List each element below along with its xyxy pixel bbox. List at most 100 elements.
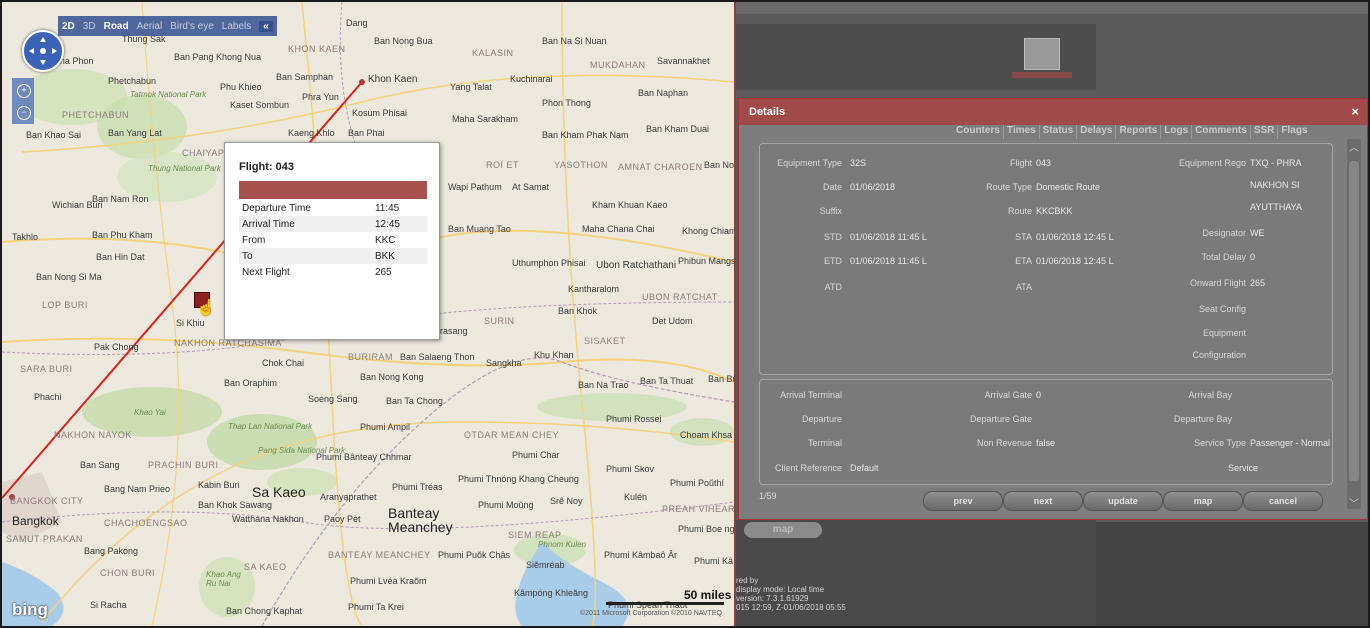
tab-delays[interactable]: Delays xyxy=(1077,125,1117,139)
mode-3d-button[interactable]: 3D xyxy=(83,21,96,32)
map-label: Khon Kaen xyxy=(368,74,418,85)
client-reference-label: Client Reference xyxy=(774,463,842,473)
atd-label: ATD xyxy=(824,282,842,292)
map-label: Khao Ang Ru Nai xyxy=(206,570,241,588)
map-label: PHETCHABUN xyxy=(62,110,130,120)
map-label: Phon Thong xyxy=(542,98,591,108)
departure-terminal-label: Departure xyxy=(801,414,842,424)
map-label: Ban Khao Sai xyxy=(26,130,82,140)
arrival-terminal-label: Arrival Terminal xyxy=(780,390,842,400)
map-label: BANTEAY MEANCHEY xyxy=(328,550,431,560)
scroll-thumb[interactable] xyxy=(1349,161,1359,481)
map-button[interactable]: map xyxy=(1163,491,1243,511)
map-label: Ban Chong Kaphat xyxy=(226,606,303,616)
equipment-config-label: Equipment xyxy=(1202,328,1246,338)
map-label: SIEM REAP xyxy=(508,530,562,540)
contacts-icon[interactable] xyxy=(1024,38,1060,70)
footer-line: red by xyxy=(736,576,759,585)
map-label: Bang Pakong xyxy=(84,546,139,556)
chevron-up-icon[interactable]: ︿ xyxy=(1347,139,1361,154)
map-label: Kantharalom xyxy=(568,284,620,294)
map-label: Ban Bu xyxy=(708,374,736,384)
map-label: Ban Phu Kham xyxy=(92,230,153,240)
onward-flight-value: 265 xyxy=(1250,278,1266,288)
tab-comments[interactable]: Comments xyxy=(1192,125,1251,139)
map-label: Choam Khsa xyxy=(680,430,733,440)
map-label: Khao Yai xyxy=(134,408,166,417)
close-icon[interactable]: × xyxy=(1351,104,1359,119)
bing-logo: bing xyxy=(12,600,48,619)
tab-logs[interactable]: Logs xyxy=(1161,125,1193,139)
aerial-view-button[interactable]: Aerial xyxy=(137,21,163,32)
map-label: Phumi Moŭng xyxy=(478,500,534,510)
tab-reports[interactable]: Reports xyxy=(1116,125,1162,139)
chevron-down-icon[interactable]: ﹀ xyxy=(1347,495,1361,510)
map-label: Phra Yun xyxy=(302,92,339,102)
row-value: 12:45 xyxy=(371,216,427,232)
map-label: Phumi Bânteay Chhmar xyxy=(316,452,412,462)
service-type-label: Service Type xyxy=(1194,438,1246,448)
tab-times[interactable]: Times xyxy=(1004,125,1040,139)
map-label: Khong Chiam xyxy=(682,226,736,236)
update-button[interactable]: update xyxy=(1083,491,1163,511)
map-label: Bangkok xyxy=(12,514,59,528)
map-label: Kuchinarai xyxy=(510,74,553,84)
table-row: Departure Time 11:45 xyxy=(239,200,427,216)
background-map-button[interactable]: map xyxy=(744,522,822,538)
map-label: ROI ET xyxy=(486,160,520,170)
map-label: At Samat xyxy=(512,182,550,192)
cancel-button[interactable]: cancel xyxy=(1243,491,1323,511)
map-label: Ban Naphan xyxy=(638,88,689,98)
map-label: Phumi Ta Krei xyxy=(348,602,404,612)
collapse-toolbar-button[interactable]: « xyxy=(259,20,273,32)
labels-toggle-button[interactable]: Labels xyxy=(222,21,251,32)
map-label: KHON KAEN xyxy=(288,44,346,54)
birdseye-view-button[interactable]: Bird's eye xyxy=(170,21,214,32)
seat-config-label: Seat Config xyxy=(1198,304,1246,314)
map-label: Maha Chana Chai xyxy=(582,224,655,234)
map-label: Phumi Thnóng Khang Cheung xyxy=(458,474,579,484)
map-label: Kaset Sombun xyxy=(230,100,290,110)
row-label: Departure Time xyxy=(242,202,311,214)
equipment-config-label-line2: Configuration xyxy=(1192,350,1246,360)
map-label: Kabin Buri xyxy=(198,480,240,490)
tab-ssr[interactable]: SSR xyxy=(1251,125,1279,139)
tab-status[interactable]: Status xyxy=(1040,125,1078,139)
map-label: Ban Ta Chong xyxy=(386,396,443,406)
map-label: Yang Talat xyxy=(450,82,492,92)
road-view-button[interactable]: Road xyxy=(104,21,129,32)
map-label: Ban Samphan xyxy=(276,72,334,82)
next-button[interactable]: next xyxy=(1003,491,1083,511)
map-label: Phumi Puŏk Châs xyxy=(438,550,511,560)
map-copyright: ©2011 Microsoft Corporation ©2010 NAVTEQ xyxy=(580,610,722,617)
map-label: CHON BURI xyxy=(100,568,156,578)
dialog-scrollbar[interactable]: ︿ ﹀ xyxy=(1347,139,1361,510)
footer-line: display mode: Local time xyxy=(736,585,825,594)
pan-compass-control[interactable] xyxy=(22,30,64,72)
tab-counters[interactable]: Counters xyxy=(953,125,1004,139)
map-label: Phumi Rossei xyxy=(606,414,662,424)
map-label: Phumi Boe ng xyxy=(678,524,735,534)
icon-label xyxy=(1012,72,1072,78)
equipment-rego-value: TXQ - PHRA xyxy=(1250,158,1302,168)
dialog-title: Details xyxy=(749,106,786,118)
zoom-out-button[interactable]: − xyxy=(17,106,31,120)
map-label: Tatmok National Park xyxy=(130,90,207,99)
map-label: Kâmpóng Khleăng xyxy=(514,588,589,598)
etd-value: 01/06/2018 11:45 L xyxy=(850,256,927,266)
mode-2d-button[interactable]: 2D xyxy=(62,21,75,32)
map-label: Maha Sarakham xyxy=(452,114,519,124)
non-revenue-value: false xyxy=(1036,438,1056,448)
map-label: SARA BURI xyxy=(20,364,73,374)
map-label: Aranyaprathet xyxy=(320,492,377,502)
map-label: OTDAR MEAN CHEY xyxy=(464,430,560,440)
non-revenue-label: Non Revenue xyxy=(976,438,1032,448)
flight-value: 043 xyxy=(1036,158,1052,168)
map-label: CHACHOENGSAO xyxy=(104,518,188,528)
zoom-in-button[interactable]: + xyxy=(17,84,31,98)
prev-button[interactable]: prev xyxy=(923,491,1003,511)
map-view[interactable]: Thung Sak Dang KHON KAEN Ban Nong Bua Ba… xyxy=(2,2,736,626)
tab-flags[interactable]: Flags xyxy=(1278,125,1310,139)
std-label: STD xyxy=(824,232,842,242)
popup-title: Flight: 043 xyxy=(239,161,295,173)
